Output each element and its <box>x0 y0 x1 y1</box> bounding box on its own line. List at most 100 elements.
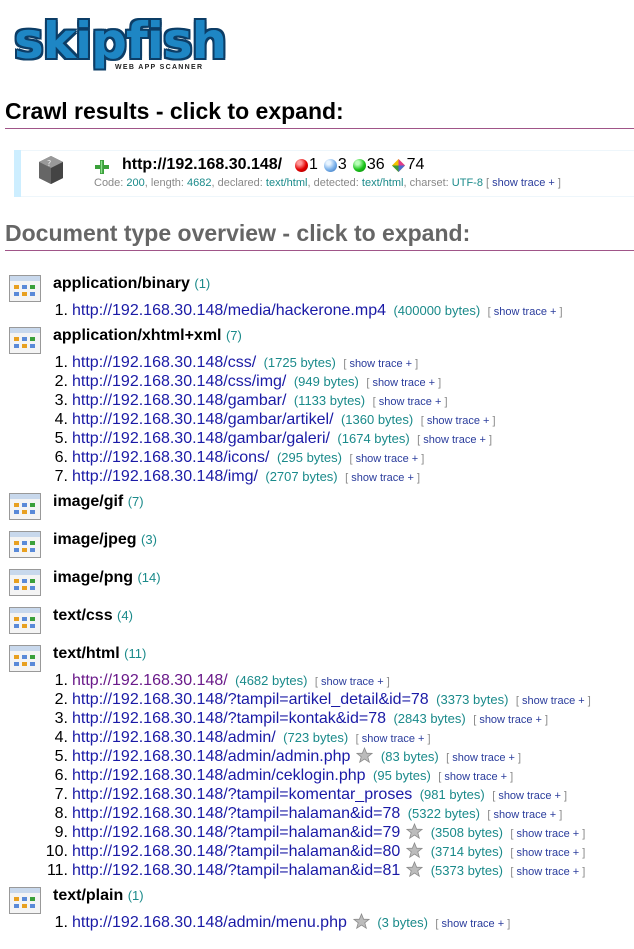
show-trace-link[interactable]: show trace + <box>498 790 561 802</box>
item-url-link[interactable]: http://192.168.30.148/gambar/ <box>72 392 286 409</box>
show-trace-link[interactable]: show trace + <box>427 415 490 427</box>
mime-type[interactable]: application/binary <box>53 275 190 292</box>
mime-type[interactable]: image/png <box>53 569 133 586</box>
document-window-icon[interactable] <box>9 531 41 558</box>
document-window-icon[interactable] <box>9 645 41 672</box>
mime-type[interactable]: image/gif <box>53 493 123 510</box>
trace-wrapper: [ show trace + ] <box>510 828 585 840</box>
trace-close: ] <box>418 453 425 465</box>
crawl-node[interactable]: ? http://192.168.30.148/ 1 3 36 74 Code:… <box>14 150 634 197</box>
document-window-icon[interactable] <box>9 607 41 634</box>
item-size: (2707 bytes) <box>265 469 338 484</box>
item-url-link[interactable]: http://192.168.30.148/admin/ <box>72 729 276 746</box>
mime-group-heading[interactable]: text/css (4) <box>53 607 133 625</box>
mime-group-heading[interactable]: text/html (11) <box>53 645 146 663</box>
item-url-link[interactable]: http://192.168.30.148/css/ <box>72 354 256 371</box>
show-trace-link[interactable]: show trace + <box>356 453 419 465</box>
show-trace-link[interactable]: show trace + <box>362 733 425 745</box>
show-trace-link[interactable]: show trace + <box>522 695 585 707</box>
show-trace-link[interactable]: show trace + <box>441 918 504 930</box>
item-number: 1. <box>54 354 68 371</box>
show-trace-link[interactable]: show trace + <box>517 866 580 878</box>
mime-group-heading[interactable]: image/png (14) <box>53 569 161 587</box>
document-window-icon[interactable] <box>9 275 41 302</box>
doc-overview-heading[interactable]: Document type overview - click to expand… <box>5 220 634 251</box>
mime-group-heading[interactable]: application/binary (1) <box>53 275 210 293</box>
show-trace-link[interactable]: show trace + <box>452 752 515 764</box>
trace-close: ] <box>541 714 549 726</box>
list-item: 5. http://192.168.30.148/gambar/galeri/ (… <box>0 429 492 450</box>
item-url-link[interactable]: http://192.168.30.148/gambar/artikel/ <box>72 411 334 428</box>
show-trace-link[interactable]: show trace + <box>494 306 557 318</box>
show-trace-link[interactable]: show trace + <box>351 472 414 484</box>
item-url-link[interactable]: http://192.168.30.148/?tampil=halaman&id… <box>72 805 400 822</box>
list-item: 8. http://192.168.30.148/?tampil=halaman&… <box>0 804 563 825</box>
item-url-link[interactable]: http://192.168.30.148/media/hackerone.mp… <box>72 302 386 319</box>
item-url-link[interactable]: http://192.168.30.148/icons/ <box>72 449 269 466</box>
mime-type[interactable]: text/html <box>53 645 120 662</box>
item-url-link[interactable]: http://192.168.30.148/admin/admin.php <box>72 748 350 765</box>
trace-close: ] <box>584 695 591 707</box>
trace-close: ] <box>554 177 561 189</box>
green-dot-icon <box>352 158 366 172</box>
mime-type[interactable]: text/plain <box>53 887 123 904</box>
trace-wrapper: [ show trace + ] <box>373 396 448 408</box>
trace-wrapper: [ show trace + ] <box>366 377 441 389</box>
item-url-link[interactable]: http://192.168.30.148/?tampil=artikel_de… <box>72 691 429 708</box>
trace-wrapper: [ show trace + ] <box>343 358 418 370</box>
star-icon <box>406 860 424 878</box>
mime-group-heading[interactable]: text/plain (1) <box>53 887 144 905</box>
document-window-icon[interactable] <box>9 327 41 354</box>
mime-group-heading[interactable]: image/gif (7) <box>53 493 144 511</box>
item-url-link[interactable]: http://192.168.30.148/css/img/ <box>72 373 286 390</box>
item-size: (1133 bytes) <box>293 393 366 408</box>
document-window-icon[interactable] <box>9 493 41 520</box>
trace-wrapper: [ show trace + ] <box>435 918 510 930</box>
document-window-icon[interactable] <box>9 887 41 914</box>
list-item: 2. http://192.168.30.148/css/img/ (949 by… <box>0 372 442 393</box>
mime-count: (3) <box>141 532 157 547</box>
item-url-link[interactable]: http://192.168.30.148/admin/menu.php <box>72 914 347 931</box>
show-trace-link[interactable]: show trace + <box>423 434 486 446</box>
item-url-link[interactable]: http://192.168.30.148/admin/ceklogin.php <box>72 767 366 784</box>
item-number: 7. <box>54 468 68 485</box>
item-size: (1674 bytes) <box>337 431 410 446</box>
trace-close: ] <box>412 358 419 370</box>
item-url-link[interactable]: http://192.168.30.148/gambar/galeri/ <box>72 430 330 447</box>
show-trace-link[interactable]: show trace + <box>492 177 555 189</box>
show-trace-link[interactable]: show trace + <box>372 377 435 389</box>
item-url-link[interactable]: http://192.168.30.148/?tampil=halaman&id… <box>72 824 400 841</box>
node-url[interactable]: http://192.168.30.148/ <box>122 156 282 174</box>
show-trace-link[interactable]: show trace + <box>379 396 442 408</box>
list-item: 3. http://192.168.30.148/gambar/ (1133 by… <box>0 391 448 412</box>
show-trace-link[interactable]: show trace + <box>517 847 580 859</box>
item-url-link[interactable]: http://192.168.30.148/ <box>72 672 228 689</box>
mime-group-heading[interactable]: image/jpeg (3) <box>53 531 157 549</box>
notes-count: 74 <box>406 156 425 173</box>
item-url-link[interactable]: http://192.168.30.148/?tampil=komentar_p… <box>72 786 412 803</box>
mime-type[interactable]: application/xhtml+xml <box>53 327 221 344</box>
show-trace-link[interactable]: show trace + <box>444 771 507 783</box>
item-size: (3714 bytes) <box>430 844 503 859</box>
mime-type[interactable]: text/css <box>53 607 113 624</box>
show-trace-link[interactable]: show trace + <box>479 714 542 726</box>
item-url-link[interactable]: http://192.168.30.148/?tampil=halaman&id… <box>72 843 400 860</box>
item-url-link[interactable]: http://192.168.30.148/?tampil=halaman&id… <box>72 862 400 879</box>
show-trace-link[interactable]: show trace + <box>517 828 580 840</box>
plus-icon[interactable] <box>94 159 110 175</box>
show-trace-link[interactable]: show trace + <box>321 676 384 688</box>
mime-type[interactable]: image/jpeg <box>53 531 137 548</box>
item-number: 1. <box>54 914 68 931</box>
item-url-link[interactable]: http://192.168.30.148/?tampil=kontak&id=… <box>72 710 386 727</box>
mime-count: (1) <box>127 888 144 903</box>
item-size: (95 bytes) <box>373 768 431 783</box>
show-trace-link[interactable]: show trace + <box>349 358 412 370</box>
crawl-results-heading[interactable]: Crawl results - click to expand: <box>5 98 634 129</box>
mime-group-heading[interactable]: application/xhtml+xml (7) <box>53 327 242 345</box>
document-window-icon[interactable] <box>9 569 41 596</box>
red-dot-icon <box>295 158 308 172</box>
show-trace-link[interactable]: show trace + <box>494 809 557 821</box>
svg-text:?: ? <box>47 159 51 168</box>
trace-wrapper: [ show trace + ] <box>356 733 431 745</box>
item-url-link[interactable]: http://192.168.30.148/img/ <box>72 468 258 485</box>
